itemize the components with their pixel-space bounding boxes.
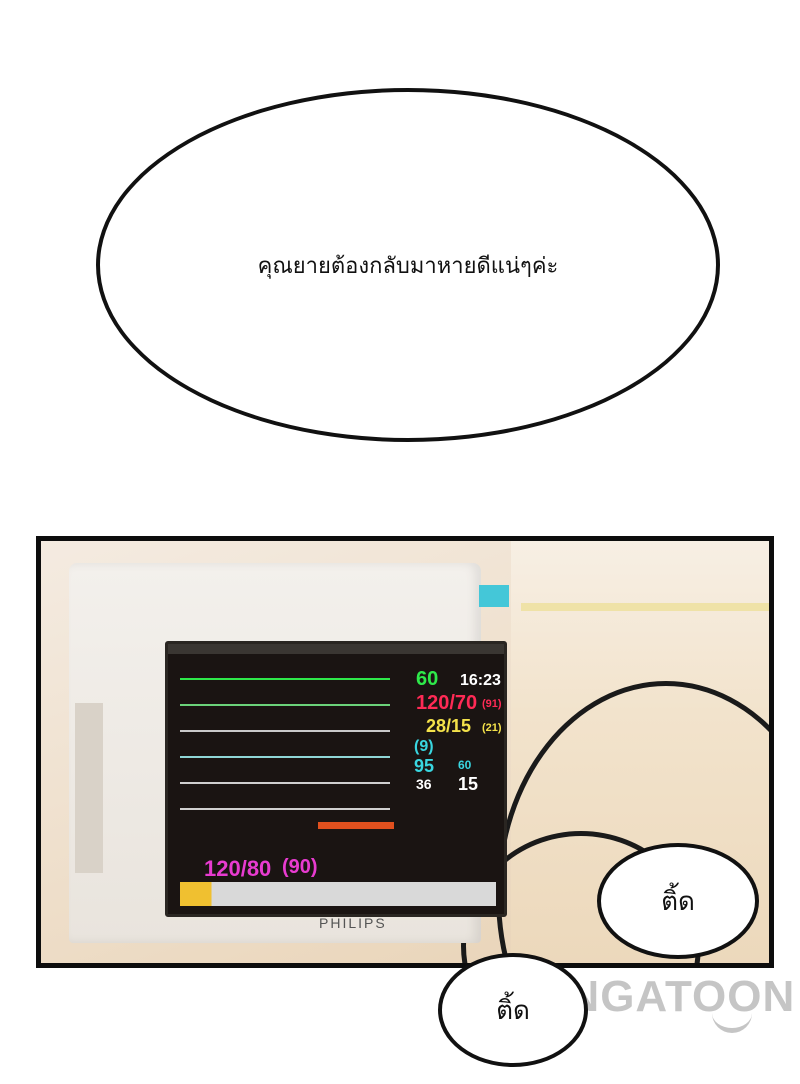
- cvp-value: (9): [414, 738, 434, 755]
- ecg-waveform: [180, 704, 390, 706]
- sound-effect-text: ติ้ด: [496, 995, 530, 1026]
- hr-value: 60: [416, 668, 439, 690]
- abp-mean: (91): [482, 698, 502, 710]
- temp-value: 36: [416, 776, 432, 792]
- sound-effect-text: ติ้ด: [661, 886, 695, 917]
- monitor-label-tag: [479, 585, 509, 607]
- pap-mean: (21): [482, 722, 502, 734]
- abp-value: 120/70: [416, 692, 478, 714]
- logo-smile-icon: [712, 1010, 752, 1033]
- patient-monitor: 60 16:23 120/70 (91) 28/15 (21) (9) 95 6…: [69, 563, 507, 943]
- monitor-button-bar: [180, 882, 496, 906]
- speech-bubble-top: คุณยายต้องกลับมาหายดีแน่ๆค่ะ: [96, 88, 720, 442]
- alarm-bar: [318, 822, 394, 829]
- monitor-screen: 60 16:23 120/70 (91) 28/15 (21) (9) 95 6…: [165, 641, 507, 917]
- speech-bubble-beep-2: ติ้ด: [438, 953, 588, 1067]
- spo2-value: 95: [414, 756, 435, 776]
- pr-value: 60: [458, 758, 472, 772]
- pap-waveform: [180, 756, 390, 758]
- pap-value: 28/15: [426, 716, 472, 736]
- monitor-side: [75, 703, 103, 873]
- cvp-waveform: [180, 782, 390, 784]
- clock: 16:23: [460, 672, 501, 689]
- abp-waveform: [180, 730, 390, 732]
- ecg-waveform: [180, 678, 390, 680]
- wall-stripe: [521, 603, 769, 611]
- speech-bubble-beep-1: ติ้ด: [597, 843, 759, 959]
- speech-text: คุณยายต้องกลับมาหายดีแน่ๆค่ะ: [257, 253, 559, 279]
- screen-status-bar: [168, 644, 504, 654]
- monitor-brand: PHILIPS: [319, 915, 387, 931]
- resp-value: 15: [458, 774, 479, 794]
- nibp-value: 120/80: [204, 856, 272, 881]
- spo2-waveform: [180, 808, 390, 810]
- nibp-mean: (90): [282, 856, 318, 878]
